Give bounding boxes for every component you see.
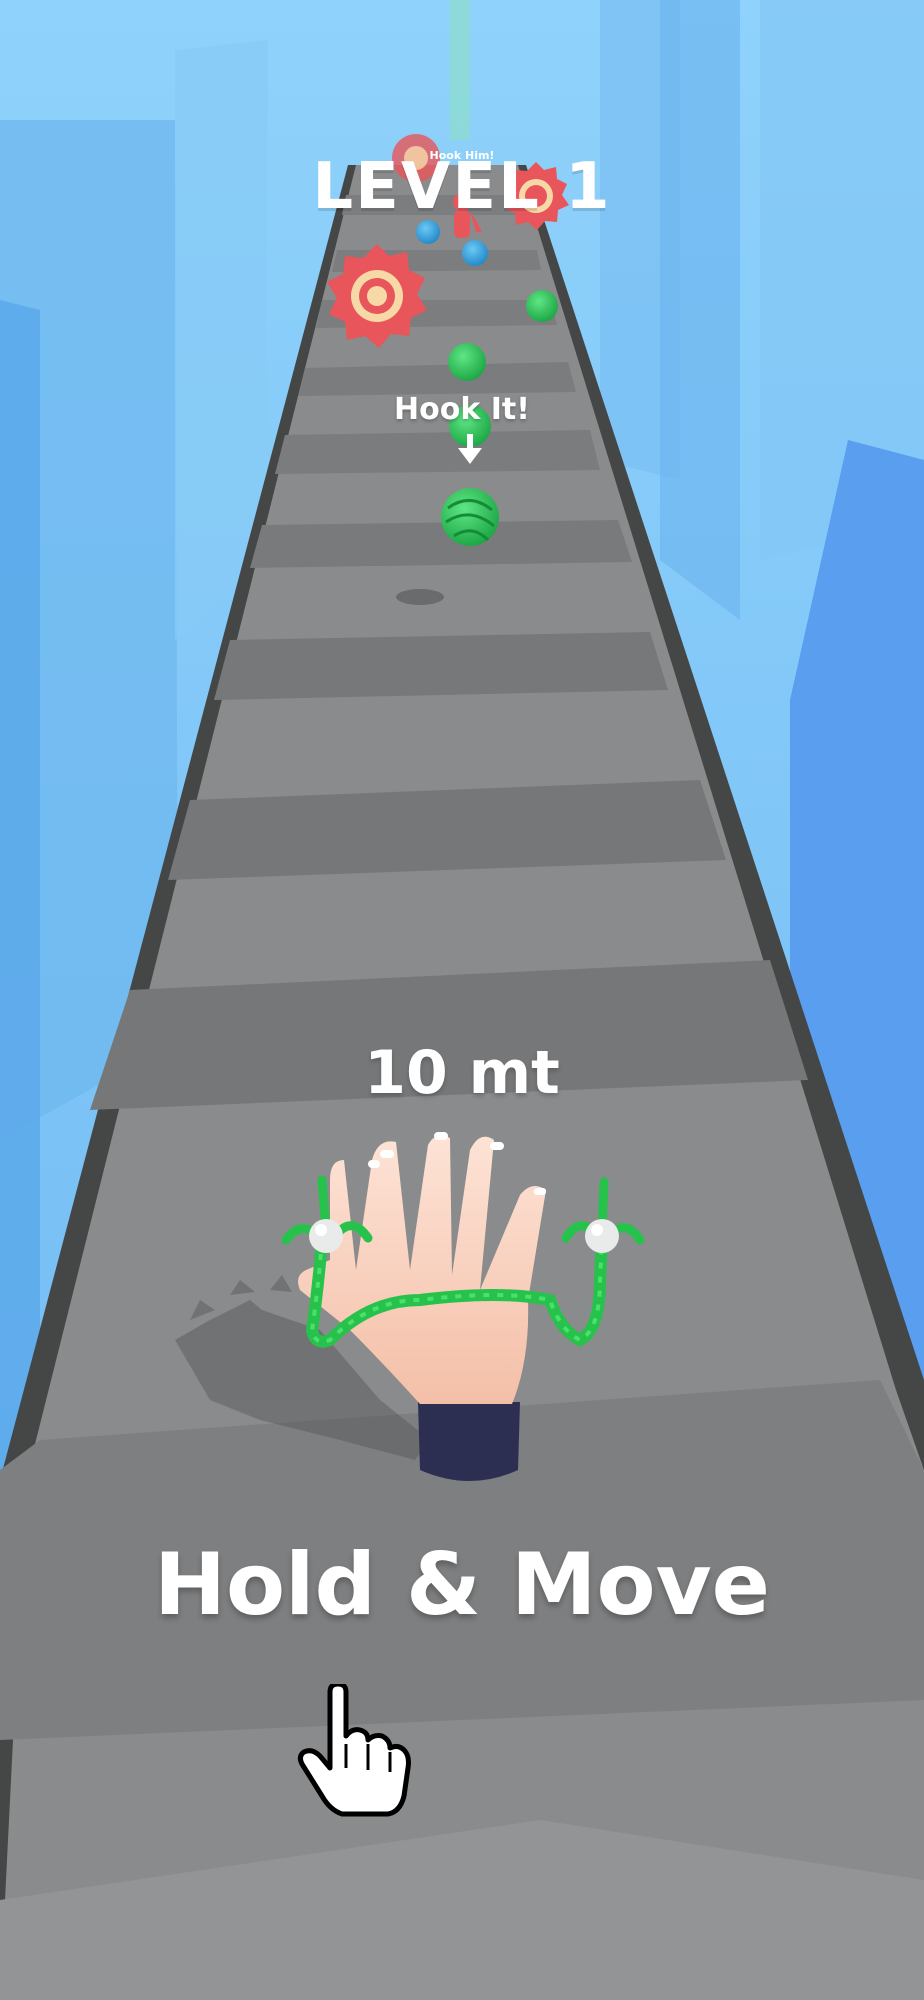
track-band: [275, 430, 600, 474]
track-band: [214, 632, 668, 700]
instruction-label: Hold & Move: [153, 1535, 771, 1635]
distance-counter: 10 mt: [364, 1038, 560, 1108]
hook-hint-label: Hook It!: [394, 392, 530, 427]
track-band: [250, 520, 632, 568]
down-arrow-icon: [458, 434, 482, 464]
tap-hand-icon: [297, 1684, 411, 1817]
yarn-ball-target: [441, 488, 499, 546]
building: [450, 0, 470, 140]
building: [660, 0, 740, 620]
game-scene[interactable]: [0, 0, 924, 2000]
building: [0, 300, 40, 1500]
level-title: LEVEL 1: [312, 150, 612, 224]
